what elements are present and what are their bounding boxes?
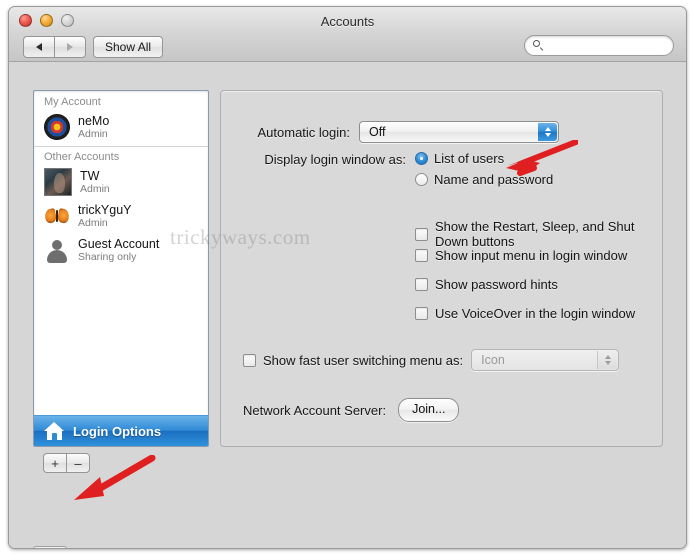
- automatic-login-row: Automatic login: Off: [243, 121, 559, 143]
- radio-selected-icon: [415, 152, 428, 165]
- account-name: neMo: [78, 113, 110, 128]
- home-icon: [44, 421, 65, 441]
- radio-name-and-password[interactable]: Name and password: [415, 172, 553, 187]
- checkbox-unchecked-icon: [415, 249, 428, 262]
- group-header-my-account: My Account: [44, 96, 101, 108]
- lock-area: Click the lock to prevent further change…: [33, 546, 313, 548]
- account-row-nemo[interactable]: neMo Admin: [34, 110, 208, 144]
- window-title: Accounts: [320, 14, 375, 29]
- checkbox-show-restart-sleep-shutdown[interactable]: Show the Restart, Sleep, and Shut Down b…: [415, 219, 662, 249]
- fast-user-switching-row: Show fast user switching menu as: Icon: [243, 349, 620, 371]
- photo-avatar-icon: [44, 168, 72, 196]
- account-role: Admin: [78, 217, 108, 230]
- account-name: TW: [80, 168, 100, 183]
- chevron-right-icon: [67, 43, 73, 51]
- account-role: Sharing only: [78, 251, 137, 264]
- account-name: Guest Account: [78, 236, 160, 251]
- accounts-sidebar: My Account neMo Admin Other Accounts TW …: [33, 90, 209, 447]
- checkbox-label: Show input menu in login window: [435, 248, 628, 263]
- window-titlebar: Accounts Show All: [9, 7, 686, 62]
- account-role: Admin: [80, 183, 110, 196]
- unlocked-padlock-icon[interactable]: [33, 546, 67, 548]
- login-options-panel: Automatic login: Off Display login windo…: [220, 90, 663, 447]
- window-content: My Account neMo Admin Other Accounts TW …: [9, 62, 686, 548]
- checkbox-fast-user-switching[interactable]: Show fast user switching menu as:: [243, 353, 463, 368]
- network-account-server-label: Network Account Server:: [243, 402, 387, 418]
- radio-label: List of users: [434, 151, 505, 166]
- search-field[interactable]: [524, 35, 674, 56]
- account-row-trickyguy[interactable]: trickYguY Admin: [34, 199, 208, 233]
- sidebar-item-login-options[interactable]: Login Options: [34, 415, 208, 446]
- display-login-window-label: Display login window as:: [264, 152, 406, 167]
- show-all-button[interactable]: Show All: [93, 36, 164, 58]
- person-silhouette-avatar-icon: [44, 237, 70, 263]
- checkbox-label: Show password hints: [435, 277, 558, 292]
- back-button[interactable]: [23, 36, 54, 58]
- automatic-login-value: Off: [369, 125, 386, 139]
- accounts-preference-window: Accounts Show All My Account neMo Admin …: [8, 6, 687, 549]
- checkbox-show-input-menu[interactable]: Show input menu in login window: [415, 248, 627, 263]
- add-remove-account-buttons: + –: [43, 453, 90, 473]
- group-header-other-accounts: Other Accounts: [34, 146, 208, 165]
- join-button[interactable]: Join...: [398, 398, 460, 422]
- navigation-buttons: [23, 36, 86, 58]
- checkbox-unchecked-icon: [415, 278, 428, 291]
- chevron-left-icon: [36, 43, 42, 51]
- search-input[interactable]: [549, 38, 669, 53]
- remove-account-button: –: [66, 453, 90, 473]
- fast-user-switching-value: Icon: [481, 353, 505, 367]
- account-name: trickYguY: [78, 202, 132, 217]
- stepper-arrows-icon: [597, 351, 618, 369]
- login-options-label: Login Options: [73, 423, 162, 439]
- radio-label: Name and password: [434, 172, 554, 187]
- add-account-button[interactable]: +: [43, 453, 66, 473]
- radio-unselected-icon: [415, 173, 428, 186]
- checkbox-unchecked-icon: [415, 227, 428, 241]
- checkbox-use-voiceover[interactable]: Use VoiceOver in the login window: [415, 306, 635, 321]
- fast-user-switching-label: Show fast user switching menu as:: [263, 352, 464, 368]
- butterfly-avatar-icon: [43, 203, 71, 229]
- fast-user-switching-select: Icon: [471, 349, 620, 371]
- display-login-window-row: Display login window as: List of users N…: [243, 151, 553, 187]
- checkbox-show-password-hints[interactable]: Show password hints: [415, 277, 558, 292]
- stepper-arrows-icon: [538, 123, 557, 141]
- checkbox-unchecked-icon: [243, 353, 256, 367]
- account-role: Admin: [78, 128, 108, 141]
- checkbox-label: Show the Restart, Sleep, and Shut Down b…: [435, 219, 635, 249]
- forward-button: [54, 36, 86, 58]
- automatic-login-label: Automatic login:: [257, 124, 351, 140]
- checkbox-label: Use VoiceOver in the login window: [435, 306, 636, 321]
- checkbox-unchecked-icon: [415, 307, 428, 320]
- network-account-server-row: Network Account Server: Join...: [243, 398, 460, 422]
- screenshot-root: Accounts Show All My Account neMo Admin …: [0, 0, 693, 555]
- account-row-guest[interactable]: Guest Account Sharing only: [34, 233, 208, 267]
- bullseye-target-avatar-icon: [44, 114, 70, 140]
- radio-list-of-users[interactable]: List of users: [415, 151, 553, 166]
- search-icon: [533, 39, 545, 52]
- account-row-tw[interactable]: TW Admin: [34, 165, 208, 199]
- automatic-login-select[interactable]: Off: [359, 121, 559, 143]
